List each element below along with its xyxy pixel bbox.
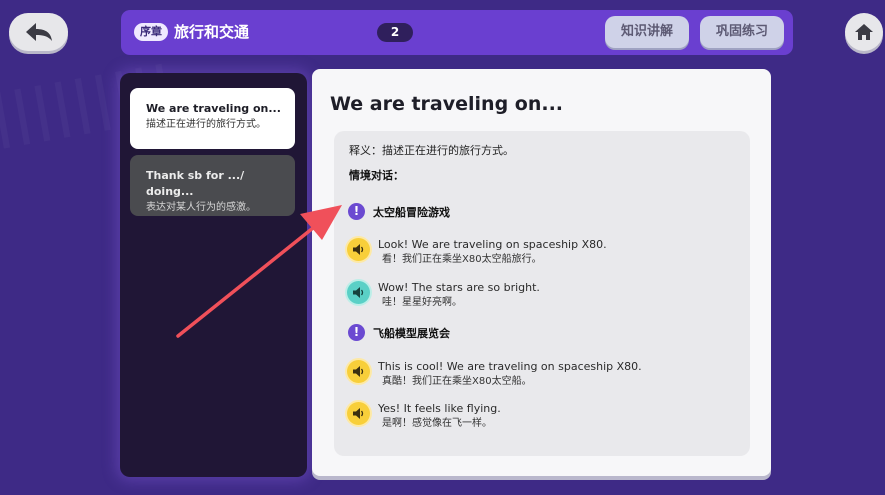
dialog-english: Look! We are traveling on spaceship X80. [378, 238, 607, 251]
home-button[interactable] [845, 13, 883, 51]
count-badge: 2 [377, 23, 413, 42]
top-bar: 序章 旅行和交通 2 知识讲解 巩固练习 [121, 10, 793, 55]
tab-knowledge[interactable]: 知识讲解 [605, 16, 689, 48]
dialog-chinese: 看！我们正在乘坐X80太空船旅行。 [382, 254, 542, 265]
home-icon [855, 24, 873, 40]
sidebar-item-thanks[interactable]: Thank sb for .../ doing... 表达对某人行为的感激。 [130, 155, 295, 216]
unit-title: 旅行和交通 [174, 23, 250, 41]
back-button[interactable] [9, 13, 68, 51]
exclamation-icon: ! [348, 203, 365, 220]
exclamation-icon: ! [348, 324, 365, 341]
dialog-english: Yes! It feels like flying. [378, 402, 501, 415]
page-title: We are traveling on... [330, 93, 564, 115]
dialog-heading: 情境对话： [349, 169, 404, 182]
content-card: We are traveling on... 释义：描述正在进行的旅行方式。 情… [312, 69, 771, 476]
chapter-tag: 序章 [134, 23, 168, 41]
dialog-english: This is cool! We are traveling on spaces… [378, 360, 642, 373]
scene-title: 太空船冒险游戏 [373, 205, 450, 219]
scene-header: ! 太空船冒险游戏 [348, 203, 450, 220]
scene-header: ! 飞船模型展览会 [348, 324, 450, 341]
dialog-chinese: 是啊！感觉像在飞一样。 [382, 418, 492, 429]
dialog-english: Wow! The stars are so bright. [378, 281, 540, 294]
sidebar-item-desc: 描述正在进行的旅行方式。 [146, 119, 266, 130]
sidebar-item-desc: 表达对某人行为的感激。 [146, 202, 256, 213]
speaker-icon[interactable] [347, 360, 370, 383]
back-arrow-icon [25, 23, 52, 41]
sidebar: We are traveling on... 描述正在进行的旅行方式。 Than… [120, 73, 307, 477]
sidebar-item-title: We are traveling on... [146, 102, 281, 115]
sidebar-item-traveling[interactable]: We are traveling on... 描述正在进行的旅行方式。 [130, 88, 295, 149]
scene-title: 飞船模型展览会 [373, 326, 450, 340]
tab-practice[interactable]: 巩固练习 [700, 16, 784, 48]
speaker-icon[interactable] [347, 402, 370, 425]
sidebar-item-title: Thank sb for .../ doing... [146, 169, 245, 198]
speaker-icon[interactable] [347, 281, 370, 304]
dialog-chinese: 真酷！我们正在乘坐X80太空船。 [382, 376, 532, 387]
speaker-icon[interactable] [347, 238, 370, 261]
dialog-panel: 释义：描述正在进行的旅行方式。 情境对话： ! 太空船冒险游戏 Look! We… [334, 131, 750, 456]
definition-text: 释义：描述正在进行的旅行方式。 [349, 144, 514, 157]
dialog-chinese: 哇！星星好亮啊。 [382, 297, 462, 308]
